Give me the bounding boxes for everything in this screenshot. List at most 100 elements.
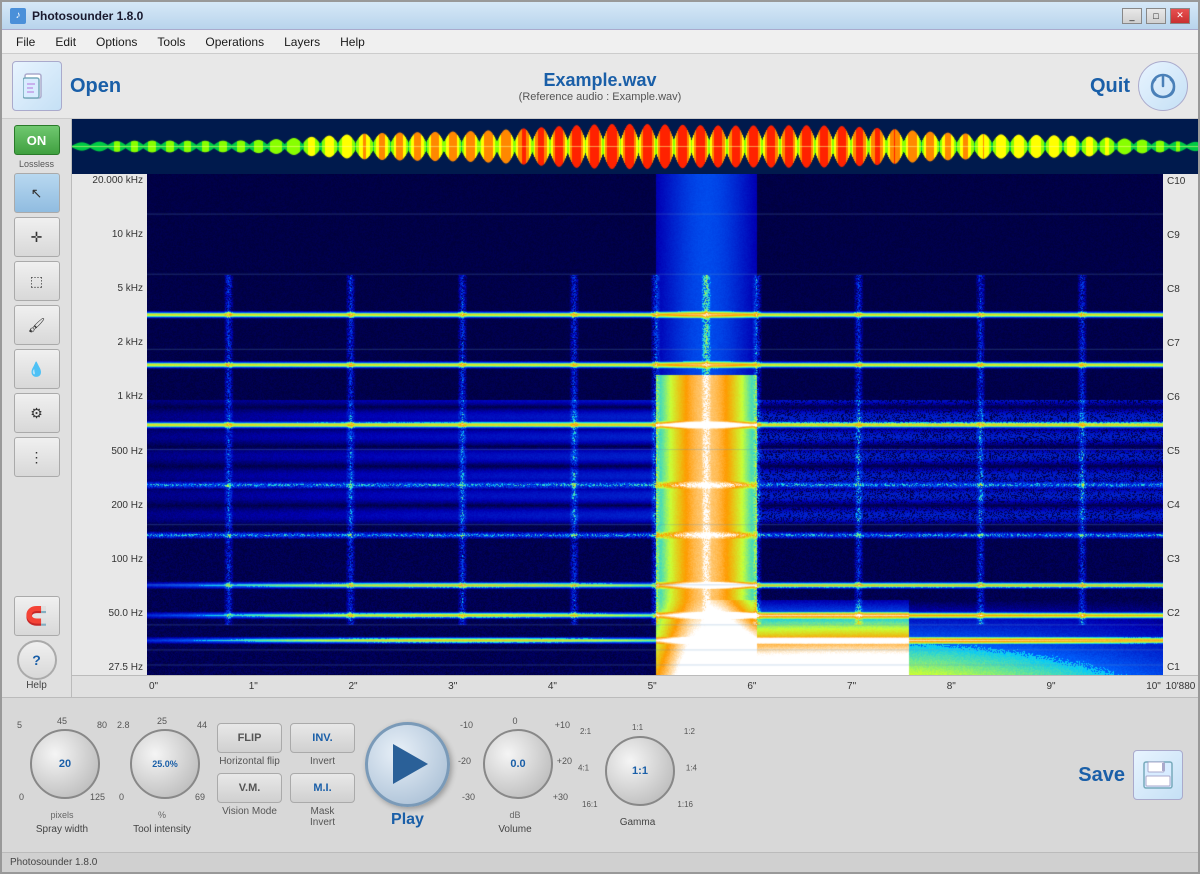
- time-7: 7": [847, 681, 856, 692]
- save-label[interactable]: Save: [1078, 764, 1125, 787]
- menu-file[interactable]: File: [6, 33, 45, 51]
- freq-label-2: 5 kHz: [76, 284, 143, 294]
- open-icon[interactable]: [12, 61, 62, 111]
- menu-operations[interactable]: Operations: [195, 33, 274, 51]
- volume-knob[interactable]: 0.0: [483, 729, 553, 799]
- invert-button[interactable]: INV.: [290, 723, 355, 753]
- gamma-knob-container: 1:1 2:1 1:2 4:1 1:4 16:1 1:16 1:1: [580, 723, 695, 813]
- gamma-bl-label: 16:1: [582, 800, 598, 809]
- lossless-button[interactable]: Lossless: [19, 159, 54, 169]
- statusbar: Photosounder 1.8.0: [2, 852, 1198, 872]
- note-c9: C9: [1167, 230, 1194, 241]
- save-button[interactable]: [1133, 750, 1183, 800]
- mask-invert-button[interactable]: M.I.: [290, 773, 355, 803]
- magnet-tool[interactable]: 🧲: [14, 596, 60, 636]
- freq-label-0: 20.000 kHz: [76, 176, 143, 186]
- note-c8: C8: [1167, 284, 1194, 295]
- volume-knob-container: 0 -10 +10 -20 +20 -30 +30 0.0: [460, 716, 570, 806]
- gear-tool[interactable]: ⚙: [14, 393, 60, 433]
- help-button[interactable]: ? Help: [17, 640, 57, 691]
- minimize-button[interactable]: _: [1122, 8, 1142, 24]
- menu-tools[interactable]: Tools: [147, 33, 195, 51]
- vol-top-label: 0: [512, 716, 517, 726]
- brush-tool[interactable]: 🖌: [14, 305, 60, 345]
- quit-button[interactable]: [1138, 61, 1188, 111]
- horiz-flip-label: Horizontal flip: [219, 756, 280, 767]
- dots-icon: ⋮: [30, 450, 44, 464]
- tool-intensity-knob-container: 25 2.8 44 0 69 25.0%: [117, 716, 207, 806]
- note-c5: C5: [1167, 446, 1194, 457]
- time-2: 2": [348, 681, 357, 692]
- menu-layers[interactable]: Layers: [274, 33, 330, 51]
- time-end: 10'880: [1163, 681, 1198, 692]
- button-row-2: V.M. Vision Mode M.I. Mask Invert: [217, 773, 355, 828]
- spray-width-unit: pixels: [50, 810, 73, 820]
- button-row-1: FLIP Horizontal flip INV. Invert: [217, 723, 355, 767]
- note-c2: C2: [1167, 608, 1194, 619]
- on-button[interactable]: ON: [14, 125, 60, 155]
- freq-spec-area: 20.000 kHz 10 kHz 5 kHz 2 kHz 1 kHz 500 …: [72, 174, 1198, 675]
- play-button[interactable]: [365, 722, 450, 807]
- volume-unit: dB: [509, 810, 520, 820]
- close-button[interactable]: ✕: [1170, 8, 1190, 24]
- freq-label-5: 500 Hz: [76, 447, 143, 457]
- spray-width-knob[interactable]: 20: [30, 729, 100, 799]
- vision-mode-button[interactable]: V.M.: [217, 773, 282, 803]
- time-3: 3": [448, 681, 457, 692]
- time-6: 6": [747, 681, 756, 692]
- flip-button[interactable]: FLIP: [217, 723, 282, 753]
- spray-right-label: 80: [97, 720, 107, 730]
- spray-tool[interactable]: 💧: [14, 349, 60, 389]
- dots-tool[interactable]: ⋮: [14, 437, 60, 477]
- select-tool[interactable]: ↖: [14, 173, 60, 213]
- gamma-tl-label: 2:1: [580, 727, 591, 736]
- vol-right-label: +20: [557, 756, 572, 766]
- gamma-value: 1:1: [632, 765, 648, 777]
- left-toolbar: ON Lossless ↖ ✛ ⬚ 🖌 💧 ⚙ ⋮: [2, 119, 72, 697]
- intensity-top-label: 25: [157, 716, 167, 726]
- menu-options[interactable]: Options: [86, 33, 147, 51]
- tool-intensity-value: 25.0%: [152, 759, 178, 769]
- brush-icon: 🖌: [28, 318, 46, 332]
- open-label[interactable]: Open: [70, 75, 121, 98]
- tool-intensity-knob[interactable]: 25.0%: [130, 729, 200, 799]
- bottom-controls: 45 5 80 0 125 20 pixels Spray width 25 2…: [2, 697, 1198, 852]
- vm-group: V.M. Vision Mode: [217, 773, 282, 828]
- move-tool[interactable]: ✛: [14, 217, 60, 257]
- time-1: 1": [249, 681, 258, 692]
- magnet-icon: 🧲: [25, 606, 47, 627]
- volume-label: Volume: [498, 824, 531, 835]
- spectrogram-area: 20.000 kHz 10 kHz 5 kHz 2 kHz 1 kHz 500 …: [72, 119, 1198, 697]
- save-controls: Save: [1078, 750, 1183, 800]
- app-icon: ♪: [10, 8, 26, 24]
- gamma-top-label: 1:1: [632, 723, 643, 732]
- time-5: 5": [648, 681, 657, 692]
- spectrogram-container[interactable]: [147, 174, 1163, 675]
- vision-mode-label: Vision Mode: [222, 806, 277, 817]
- main-window: ♪ Photosounder 1.8.0 _ □ ✕ File Edit Opt…: [0, 0, 1200, 874]
- vol-tr-label: +10: [555, 720, 570, 730]
- menu-help[interactable]: Help: [330, 33, 375, 51]
- vol-tl-label: -10: [460, 720, 473, 730]
- toolbar: Open Example.wav (Reference audio : Exam…: [2, 54, 1198, 119]
- time-0: 0": [149, 681, 158, 692]
- gamma-knob[interactable]: 1:1: [605, 736, 675, 806]
- play-icon: [393, 744, 428, 784]
- quit-label[interactable]: Quit: [1090, 75, 1130, 98]
- menu-edit[interactable]: Edit: [45, 33, 86, 51]
- file-subtitle: (Reference audio : Example.wav): [519, 91, 682, 103]
- freq-labels: 20.000 kHz 10 kHz 5 kHz 2 kHz 1 kHz 500 …: [72, 174, 147, 675]
- time-8: 8": [947, 681, 956, 692]
- time-10: 10": [1146, 681, 1161, 692]
- gamma-label: Gamma: [620, 817, 656, 828]
- mask-invert-label: Mask Invert: [310, 806, 335, 828]
- status-text: Photosounder 1.8.0: [10, 857, 97, 868]
- cursor-icon: ↖: [31, 186, 43, 200]
- time-ruler-inner: 0" 1" 2" 3" 4" 5" 6" 7" 8" 9" 10": [147, 681, 1163, 692]
- window-controls: _ □ ✕: [1122, 8, 1190, 24]
- note-c1: C1: [1167, 662, 1194, 673]
- maximize-button[interactable]: □: [1146, 8, 1166, 24]
- spray-br-label: 125: [90, 792, 105, 802]
- title-bar: ♪ Photosounder 1.8.0 _ □ ✕: [2, 2, 1198, 30]
- selection-tool[interactable]: ⬚: [14, 261, 60, 301]
